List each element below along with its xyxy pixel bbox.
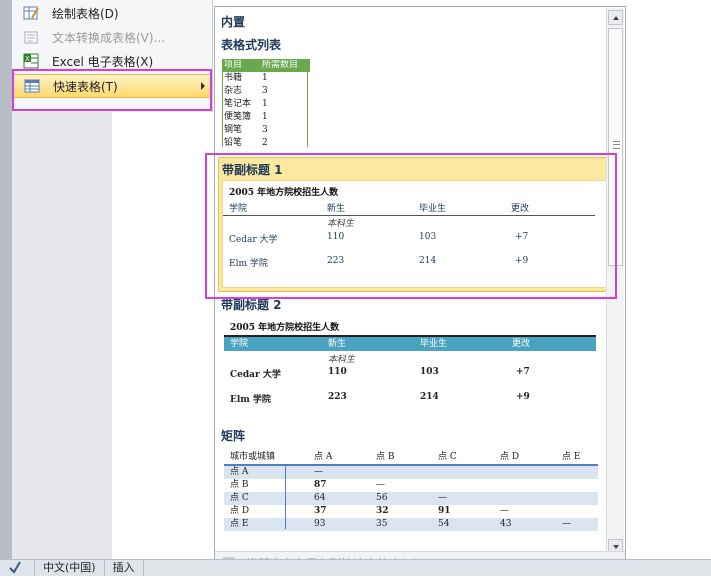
header-cell: 点 A — [314, 452, 333, 462]
cell: 点 E — [230, 519, 249, 529]
cell: 点 B — [230, 480, 249, 490]
header-cell: 学院 — [230, 339, 249, 349]
menu-item-draw-table[interactable]: 绘制表格(D) — [12, 1, 212, 25]
cell: 103 — [420, 367, 439, 377]
cell: 91 — [438, 506, 451, 516]
header-cell: 点 D — [500, 452, 520, 462]
left-ruler-strip — [0, 0, 12, 560]
header-cell: 点 E — [562, 452, 581, 462]
highlight-box-quick-tables — [12, 69, 212, 111]
table-row: 点 C 64 56 — — [224, 492, 598, 505]
gallery-item-matrix[interactable]: 城市或城镇 点 A 点 B 点 C 点 D 点 E 点 A — 点 B 87 —… — [224, 451, 598, 531]
table-header-row: 城市或城镇 点 A 点 B 点 C 点 D 点 E — [224, 451, 598, 466]
header-cell: 城市或城镇 — [230, 452, 276, 462]
highlight-box-subheading-1 — [205, 153, 617, 299]
menu-item-label: 绘制表格(D) — [52, 6, 119, 21]
cell: 35 — [376, 519, 388, 529]
cell: Elm 学院 — [230, 395, 271, 405]
table-row: 点 B 87 — — [224, 479, 598, 492]
cell: 点 A — [230, 467, 249, 477]
gallery-item-tabular-list[interactable]: 项目 所需数目 书籍 1 杂志 3 笔记本 1 便笺簿 1 钢笔 3 铅笔 2 — [222, 59, 310, 147]
matrix-divider — [285, 464, 286, 529]
cell: Cedar 大学 — [230, 370, 281, 380]
grip-icon — [613, 141, 620, 149]
header-cell: 毕业生 — [420, 339, 448, 349]
cell: 54 — [438, 519, 450, 529]
table-row: Cedar 大学 110 103 +7 — [224, 367, 596, 381]
section-title-tabular-list: 表格式列表 — [221, 38, 282, 52]
cell: 37 — [314, 506, 327, 516]
table-row: 点 A — — [224, 466, 598, 479]
cell: 110 — [328, 367, 347, 377]
cell: 点 D — [230, 506, 250, 516]
menu-item-text-to-table[interactable]: 文本转换成表格(V)... — [12, 25, 212, 49]
section-title-matrix: 矩阵 — [221, 429, 246, 443]
cell: 64 — [314, 493, 326, 503]
cell: +9 — [516, 392, 530, 402]
arrow-up-icon — [613, 16, 619, 20]
gallery-header: 内置 — [221, 15, 246, 29]
table-subheader: 本科生 — [328, 355, 356, 365]
cell: — — [438, 493, 447, 503]
text-to-table-icon — [23, 29, 39, 45]
excel-icon: X — [23, 53, 39, 69]
cell: 214 — [420, 392, 439, 402]
table-caption: 2005 年地方院校招生人数 — [230, 323, 340, 333]
thumbnail-frame — [222, 59, 308, 147]
cell: — — [500, 506, 509, 516]
header-cell: 新生 — [328, 339, 347, 349]
gallery-item-subheading-2[interactable]: 2005 年地方院校招生人数 学院 新生 毕业生 更改 本科生 Cedar 大学… — [224, 320, 608, 410]
table-row: 点 E 93 35 54 43 — — [224, 518, 598, 531]
header-cell: 点 B — [376, 452, 395, 462]
table-row: 点 D 37 32 91 — — [224, 505, 598, 518]
status-language[interactable]: 中文(中国) — [35, 560, 105, 576]
cell: — — [376, 480, 385, 490]
arrow-down-icon — [613, 545, 619, 549]
header-cell: 点 C — [438, 452, 457, 462]
header-cell: 更改 — [512, 339, 531, 349]
cell: 点 C — [230, 493, 249, 503]
scroll-up-button[interactable] — [608, 10, 623, 25]
cell: 93 — [314, 519, 326, 529]
proofing-icon[interactable] — [0, 560, 35, 576]
cell: — — [314, 467, 323, 477]
cell: — — [562, 519, 571, 529]
menu-item-label: 文本转换成表格(V)... — [52, 30, 166, 45]
cell: 87 — [314, 480, 327, 490]
cell: 223 — [328, 392, 347, 402]
svg-text:X: X — [25, 55, 30, 63]
cell: 43 — [500, 519, 512, 529]
cell: +7 — [516, 367, 530, 377]
cell: 56 — [376, 493, 388, 503]
table-row: Elm 学院 223 214 +9 — [224, 392, 596, 406]
status-bar: 中文(中国) 插入 — [0, 559, 711, 576]
draw-table-icon — [23, 5, 39, 21]
cell: 32 — [376, 506, 389, 516]
menu-item-label: Excel 电子表格(X) — [52, 54, 154, 69]
table-header-row: 学院 新生 毕业生 更改 — [224, 335, 596, 351]
status-insert-mode[interactable]: 插入 — [105, 560, 144, 576]
